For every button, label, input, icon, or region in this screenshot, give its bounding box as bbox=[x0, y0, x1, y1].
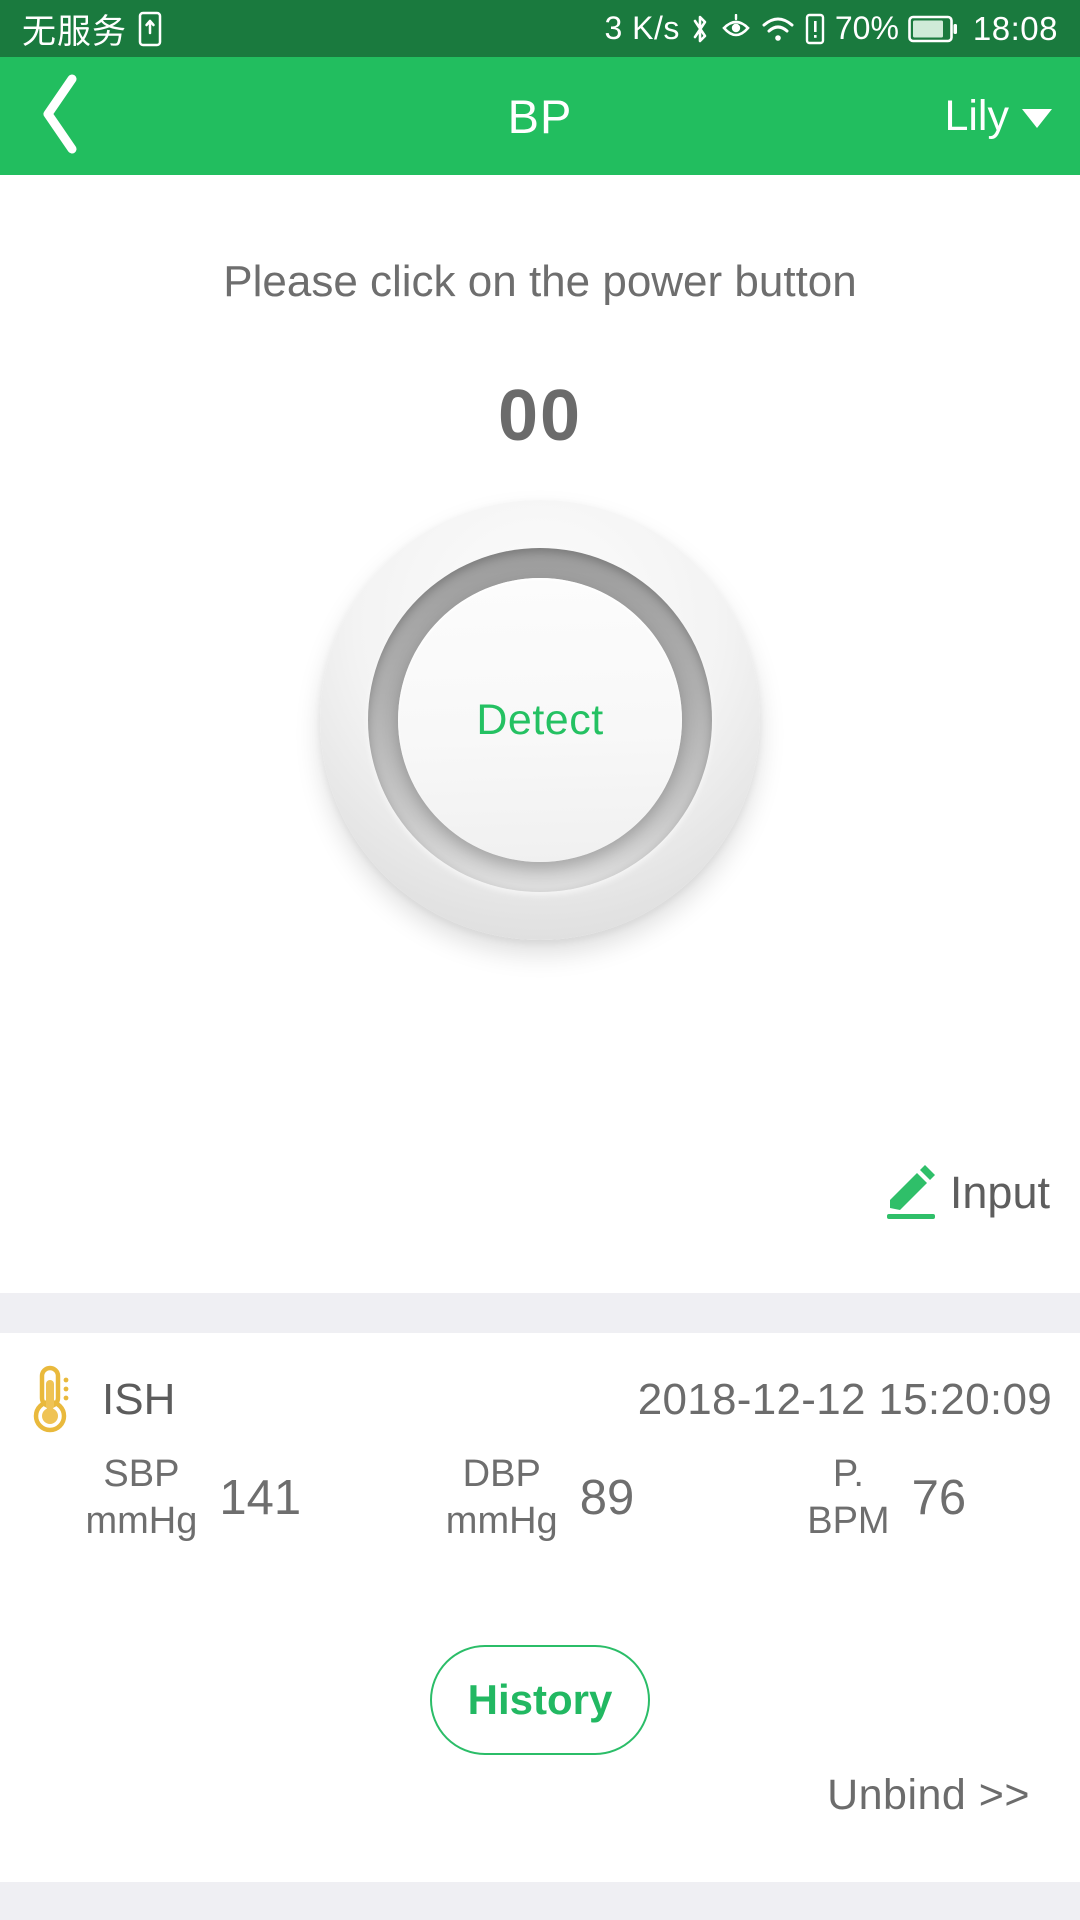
back-button[interactable] bbox=[0, 57, 120, 175]
latest-result-card: ISH 2018-12-12 15:20:09 SBP mmHg 141 DBP… bbox=[0, 1333, 1080, 1882]
app-bar: BP Lily bbox=[0, 57, 1080, 175]
caret-down-icon bbox=[1022, 108, 1052, 128]
result-category: ISH bbox=[28, 1364, 175, 1436]
network-speed-label: 3 K/s bbox=[604, 10, 680, 46]
metric-value: 89 bbox=[579, 1470, 635, 1525]
carrier-label: 无服务 bbox=[22, 13, 127, 51]
metric-value: 76 bbox=[911, 1470, 967, 1525]
status-bar: 无服务 3 K/s 70% 18:08 bbox=[0, 0, 1080, 57]
power-button-face[interactable]: Detect bbox=[398, 578, 682, 862]
status-bar-right: 3 K/s 70% 18:08 bbox=[604, 10, 1058, 48]
clock-label: 18:08 bbox=[972, 9, 1058, 47]
manual-input-button[interactable]: Input bbox=[877, 1160, 1050, 1226]
phone-screen: 无服务 3 K/s 70% 18:08 BP Lily Please click… bbox=[0, 0, 1080, 1920]
metric-pulse: P. BPM 76 bbox=[713, 1451, 1060, 1544]
eye-care-icon bbox=[720, 13, 752, 44]
metric-value: 141 bbox=[219, 1470, 302, 1525]
detect-label: Detect bbox=[476, 695, 604, 744]
thermometer-icon bbox=[28, 1364, 80, 1436]
pencil-icon bbox=[877, 1160, 943, 1226]
sim-card-icon bbox=[138, 11, 162, 47]
user-selector[interactable]: Lily bbox=[944, 92, 1052, 141]
metric-dbp: DBP mmHg 89 bbox=[367, 1451, 714, 1544]
instruction-text: Please click on the power button bbox=[223, 257, 857, 306]
countdown-counter: 00 bbox=[497, 376, 583, 456]
metric-sbp: SBP mmHg 141 bbox=[20, 1451, 367, 1544]
page-title: BP bbox=[507, 89, 573, 143]
bottom-band bbox=[0, 1882, 1080, 1920]
metric-label: DBP mmHg bbox=[445, 1453, 558, 1542]
status-bar-left: 无服务 bbox=[22, 4, 162, 53]
measure-panel: Please click on the power button 00 Dete… bbox=[0, 175, 1080, 1293]
measurement-timestamp: 2018-12-12 15:20:09 bbox=[637, 1375, 1052, 1424]
category-label: ISH bbox=[102, 1375, 176, 1424]
unbind-link[interactable]: Unbind >> bbox=[827, 1771, 1030, 1820]
input-label: Input bbox=[949, 1167, 1050, 1218]
bluetooth-icon bbox=[689, 12, 711, 46]
metric-label: SBP mmHg bbox=[85, 1453, 198, 1542]
user-name-label: Lily bbox=[944, 91, 1009, 140]
power-button[interactable]: Detect bbox=[320, 500, 760, 940]
wifi-icon bbox=[761, 15, 795, 43]
result-header: ISH 2018-12-12 15:20:09 bbox=[0, 1355, 1080, 1445]
history-button[interactable]: History bbox=[430, 1645, 650, 1755]
battery-icon bbox=[908, 15, 958, 43]
battery-percent-label: 70% bbox=[834, 10, 899, 46]
chevron-left-icon bbox=[36, 73, 84, 160]
section-divider bbox=[0, 1293, 1080, 1333]
sim-alert-icon bbox=[804, 13, 826, 45]
metric-label: P. BPM bbox=[807, 1453, 890, 1542]
metrics-row: SBP mmHg 141 DBP mmHg 89 P. BPM 76 bbox=[0, 1451, 1080, 1544]
